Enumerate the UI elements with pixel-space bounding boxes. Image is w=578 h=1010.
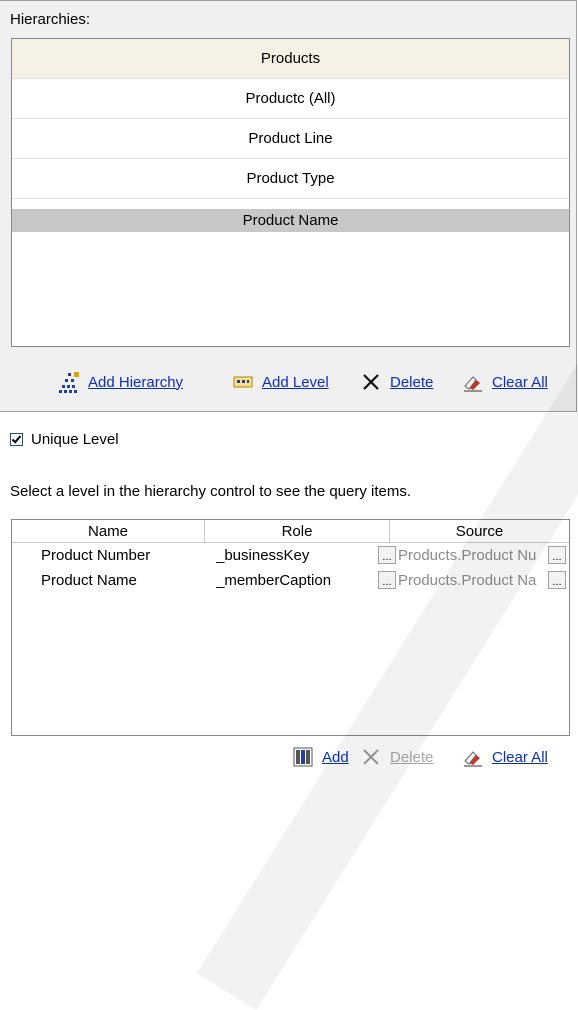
delete-x-icon xyxy=(363,749,379,765)
column-header-name[interactable]: Name xyxy=(12,520,205,542)
add-query-item-button[interactable]: Add xyxy=(292,746,349,768)
hierarchy-level-product-type[interactable]: Product Type xyxy=(12,159,569,199)
clear-all-hierarchy-button[interactable]: Clear All xyxy=(462,371,548,393)
delete-query-item-button[interactable]: Delete xyxy=(360,746,433,768)
eraser-icon xyxy=(464,751,482,767)
checkmark-icon xyxy=(11,435,22,444)
query-items-toolbar: Add Delete Clear All xyxy=(0,746,578,768)
clear-all-query-items-button[interactable]: Clear All xyxy=(462,746,548,768)
query-items-grid[interactable]: Name Role Source Product Number _busines… xyxy=(11,519,570,736)
eraser-icon xyxy=(464,376,482,392)
add-hierarchy-button[interactable]: Add Hierarchy xyxy=(58,371,183,393)
hint-text: Select a level in the hierarchy control … xyxy=(10,483,412,500)
hierarchy-list[interactable]: Products Productc (All) Product Line Pro… xyxy=(11,38,570,347)
add-level-icon xyxy=(233,376,253,388)
clear-all-label: Clear All xyxy=(492,748,548,766)
grid-header: Name Role Source xyxy=(12,520,569,543)
add-column-icon xyxy=(293,747,313,767)
add-label: Add xyxy=(322,748,349,766)
add-hierarchy-icon xyxy=(59,372,79,393)
hierarchy-level-product-line[interactable]: Product Line xyxy=(12,119,569,159)
hierarchy-level-all[interactable]: Productc (All) xyxy=(12,79,569,119)
delete-hierarchy-label: Delete xyxy=(390,373,434,391)
row-source: Products.Product Nu xyxy=(398,547,537,564)
clear-all-hierarchy-label: Clear All xyxy=(492,373,548,391)
add-hierarchy-label: Add Hierarchy xyxy=(88,373,184,391)
source-ellipsis-button[interactable]: ... xyxy=(548,571,566,589)
hierarchies-label: Hierarchies: xyxy=(10,11,91,28)
hierarchy-level-product-name[interactable]: Product Name xyxy=(12,209,569,232)
column-header-source[interactable]: Source xyxy=(390,520,569,542)
row-source: Products.Product Na xyxy=(398,572,537,589)
delete-label: Delete xyxy=(390,748,434,766)
role-ellipsis-button[interactable]: ... xyxy=(378,546,396,564)
hierarchies-panel: Hierarchies: Products Productc (All) Pro… xyxy=(0,0,577,412)
delete-x-icon xyxy=(363,374,379,390)
table-row[interactable]: Product Name _memberCaption ... Products… xyxy=(12,568,569,593)
add-level-button[interactable]: Add Level xyxy=(232,371,329,393)
table-row[interactable]: Product Number _businessKey ... Products… xyxy=(12,543,569,568)
column-header-role[interactable]: Role xyxy=(205,520,390,542)
hierarchy-item-products[interactable]: Products xyxy=(12,39,569,79)
role-ellipsis-button[interactable]: ... xyxy=(378,571,396,589)
row-role[interactable]: _businessKey xyxy=(216,543,376,568)
source-ellipsis-button[interactable]: ... xyxy=(548,546,566,564)
row-role[interactable]: _memberCaption xyxy=(216,568,376,593)
row-name: Product Number xyxy=(41,547,151,564)
unique-level-checkbox[interactable]: Unique Level xyxy=(10,431,119,448)
row-name: Product Name xyxy=(41,572,137,589)
unique-level-label: Unique Level xyxy=(31,431,119,448)
delete-hierarchy-button[interactable]: Delete xyxy=(360,371,433,393)
add-level-label: Add Level xyxy=(262,373,329,391)
checkbox-box[interactable] xyxy=(10,433,23,446)
